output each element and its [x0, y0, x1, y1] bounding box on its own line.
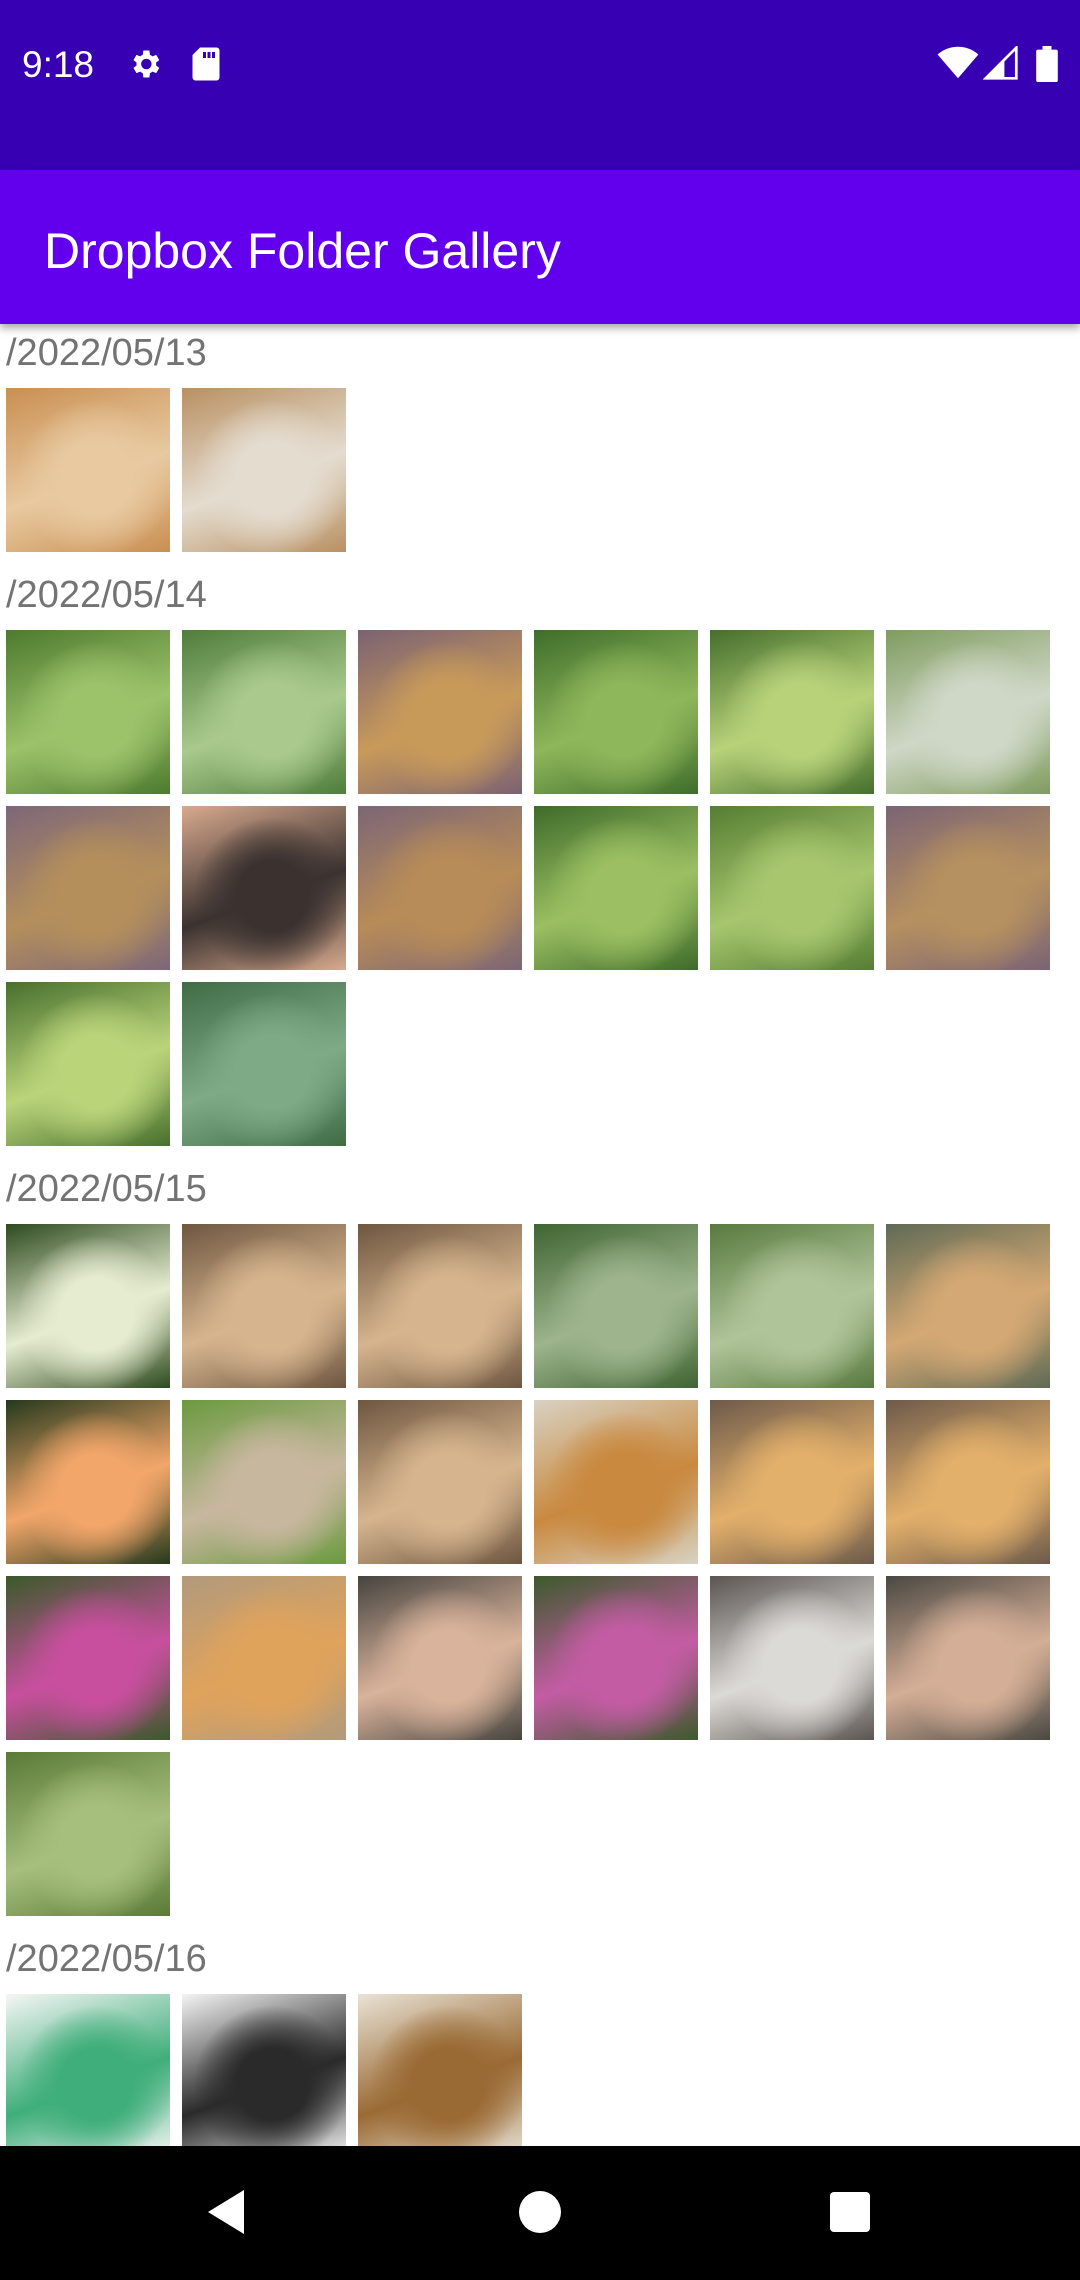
photo-thumbnail[interactable] [6, 1994, 170, 2146]
photo-thumbnail[interactable] [6, 388, 170, 552]
date-section: /2022/05/14 [0, 566, 1080, 1146]
wifi-icon [937, 46, 979, 84]
photo-thumbnail[interactable] [6, 1752, 170, 1916]
recents-icon[interactable] [822, 2182, 878, 2246]
battery-icon [1036, 46, 1058, 86]
photo-thumbnail[interactable] [358, 630, 522, 794]
photo-thumbnail[interactable] [534, 1576, 698, 1740]
photo-thumbnail[interactable] [886, 1224, 1050, 1388]
photo-thumbnail[interactable] [182, 1224, 346, 1388]
photo-thumbnail[interactable] [6, 1224, 170, 1388]
navigation-bar [0, 2146, 1080, 2280]
photo-thumbnail[interactable] [358, 1576, 522, 1740]
photo-thumbnail[interactable] [6, 630, 170, 794]
thumbnail-grid [0, 1994, 1080, 2146]
thumbnail-grid [0, 388, 1080, 552]
settings-icon [127, 46, 163, 86]
photo-thumbnail[interactable] [6, 1576, 170, 1740]
photo-thumbnail[interactable] [710, 1400, 874, 1564]
thumbnail-grid [0, 1224, 1080, 1916]
thumbnail-grid [0, 630, 1080, 1146]
date-section: /2022/05/13 [0, 324, 1080, 552]
date-header: /2022/05/16 [6, 1938, 207, 1980]
photo-thumbnail[interactable] [710, 1224, 874, 1388]
photo-thumbnail[interactable] [182, 1994, 346, 2146]
date-section: /2022/05/16 [0, 1930, 1080, 2146]
photo-thumbnail[interactable] [6, 806, 170, 970]
photo-thumbnail[interactable] [710, 1576, 874, 1740]
status-bar: 9:18 [0, 0, 1080, 170]
photo-thumbnail[interactable] [534, 630, 698, 794]
photo-thumbnail[interactable] [710, 630, 874, 794]
back-icon[interactable] [204, 2182, 248, 2246]
gallery-list[interactable]: /2022/05/13/2022/05/14/2022/05/15/2022/0… [0, 324, 1080, 2146]
photo-thumbnail[interactable] [6, 982, 170, 1146]
photo-thumbnail[interactable] [358, 1400, 522, 1564]
status-time: 9:18 [22, 44, 95, 85]
photo-thumbnail[interactable] [534, 1400, 698, 1564]
app-title: Dropbox Folder Gallery [44, 223, 561, 279]
photo-thumbnail[interactable] [886, 630, 1050, 794]
photo-thumbnail[interactable] [182, 1576, 346, 1740]
photo-thumbnail[interactable] [358, 806, 522, 970]
photo-thumbnail[interactable] [710, 806, 874, 970]
photo-thumbnail[interactable] [6, 1400, 170, 1564]
photo-thumbnail[interactable] [358, 1224, 522, 1388]
signal-icon [982, 44, 1019, 84]
app-bar: Dropbox Folder Gallery [0, 170, 1080, 324]
photo-thumbnail[interactable] [534, 1224, 698, 1388]
photo-thumbnail[interactable] [886, 1576, 1050, 1740]
photo-thumbnail[interactable] [182, 806, 346, 970]
date-header: /2022/05/13 [6, 332, 207, 374]
photo-thumbnail[interactable] [182, 982, 346, 1146]
photo-thumbnail[interactable] [182, 388, 346, 552]
date-header: /2022/05/14 [6, 574, 207, 616]
photo-thumbnail[interactable] [182, 630, 346, 794]
date-section: /2022/05/15 [0, 1160, 1080, 1916]
date-header: /2022/05/15 [6, 1168, 207, 1210]
home-icon[interactable] [513, 2182, 567, 2246]
photo-thumbnail[interactable] [182, 1400, 346, 1564]
photo-thumbnail[interactable] [534, 806, 698, 970]
photo-thumbnail[interactable] [886, 1400, 1050, 1564]
photo-thumbnail[interactable] [358, 1994, 522, 2146]
photo-thumbnail[interactable] [886, 806, 1050, 970]
sdcard-icon [191, 46, 221, 86]
